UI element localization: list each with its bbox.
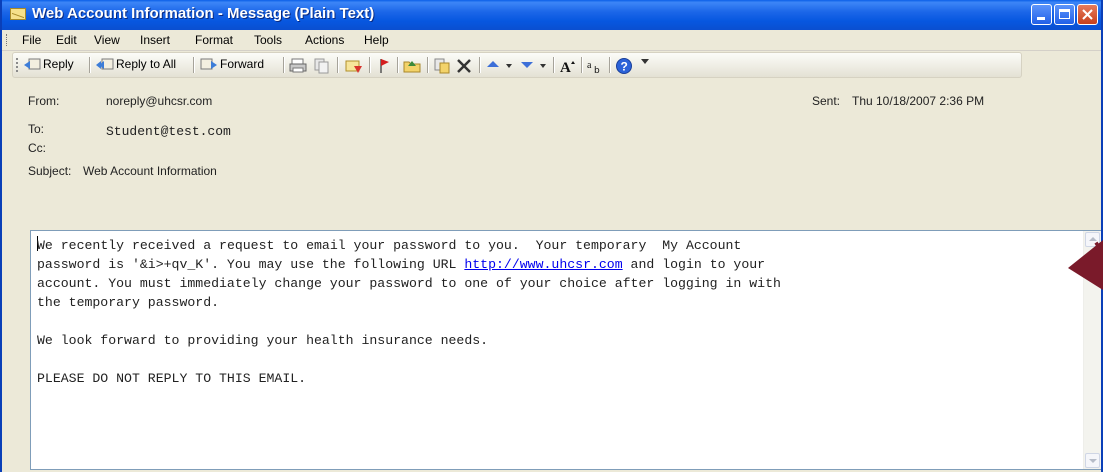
toolbar-separator (479, 57, 481, 73)
title-bar[interactable]: Web Account Information - Message (Plain… (2, 0, 1101, 30)
body-line-2-end: and login to your (622, 257, 766, 272)
message-text[interactable]: We recently received a request to email … (37, 236, 1067, 388)
reply-all-button[interactable]: Reply to All (96, 56, 176, 74)
menu-tools[interactable]: Tools (254, 33, 282, 47)
window-title: Web Account Information - Message (Plain… (32, 5, 375, 22)
forward-icon (200, 58, 217, 70)
menu-grip[interactable] (6, 34, 10, 46)
toolbar-separator (369, 57, 371, 73)
toolbar-separator (283, 57, 285, 73)
body-line-2: password is '&i>+qv_K'. You may use the … (37, 257, 465, 272)
subject-label: Subject: (28, 164, 72, 178)
sent-label: Sent: (812, 94, 841, 108)
toolbar-grip[interactable] (16, 58, 21, 72)
sent-value: Thu 10/18/2007 2:36 PM (852, 94, 985, 108)
message-header: From: noreply@uhcsr.com Sent: Thu 10/18/… (12, 84, 1094, 226)
next-item-icon (521, 62, 546, 68)
close-button[interactable] (1077, 4, 1098, 25)
body-line-3: account. You must immediately change you… (37, 276, 781, 291)
reply-label: Reply (43, 57, 74, 71)
next-item-button[interactable] (519, 57, 549, 75)
previous-item-icon (487, 61, 512, 68)
to-value[interactable]: Student@test.com (106, 124, 231, 139)
folder-icon[interactable] (403, 57, 421, 74)
move-icon[interactable] (345, 57, 363, 74)
previous-item-button[interactable] (485, 57, 515, 75)
svg-text:A: A (560, 60, 571, 74)
toolbar-separator (553, 57, 555, 73)
toolbar-separator (609, 57, 611, 73)
arrow-head-icon (1068, 240, 1103, 290)
toolbar-separator (581, 57, 583, 73)
toolbar-separator (193, 57, 195, 73)
to-label: To: (28, 122, 45, 136)
menu-actions[interactable]: Actions (305, 33, 344, 47)
menu-format[interactable]: Format (195, 33, 233, 47)
toolbar-separator (397, 57, 399, 73)
close-icon (1082, 9, 1093, 20)
maximize-button[interactable] (1054, 4, 1075, 25)
reply-button[interactable]: Reply (23, 56, 74, 74)
svg-text:b: b (594, 66, 600, 74)
reply-all-label: Reply to All (116, 57, 177, 71)
message-window: Web Account Information - Message (Plain… (0, 0, 1103, 472)
standard-toolbar: Reply Reply to All Forward A a b ? (12, 52, 1022, 78)
reply-all-icon (96, 58, 114, 70)
cc-label: Cc: (28, 141, 46, 155)
from-value[interactable]: noreply@uhcsr.com (106, 94, 212, 108)
toolbar-options-icon[interactable] (641, 59, 649, 64)
toolbar-separator (427, 57, 429, 73)
flag-icon[interactable] (375, 57, 393, 74)
envelope-icon (10, 8, 26, 20)
menu-bar: File Edit View Insert Format Tools Actio… (2, 30, 1101, 51)
body-line-5: We look forward to providing your health… (37, 333, 489, 348)
help-icon[interactable]: ? (615, 57, 633, 74)
menu-view[interactable]: View (94, 33, 120, 47)
print-icon[interactable] (289, 57, 307, 74)
menu-file[interactable]: File (22, 33, 41, 47)
body-line-4: the temporary password. (37, 295, 220, 310)
delete-icon[interactable] (455, 57, 473, 74)
categorize-icon[interactable] (433, 57, 451, 74)
forward-label: Forward (220, 57, 265, 71)
copy-icon[interactable] (313, 57, 331, 74)
toolbar-separator (89, 57, 91, 73)
menu-help[interactable]: Help (364, 33, 389, 47)
message-body[interactable]: We recently received a request to email … (30, 230, 1101, 470)
toolbar-separator (337, 57, 339, 73)
subject-value: Web Account Information (83, 164, 217, 178)
annotation-arrow (1068, 240, 1103, 290)
svg-text:a: a (587, 60, 592, 71)
reply-icon (24, 58, 41, 70)
from-label: From: (28, 94, 60, 108)
svg-text:?: ? (621, 60, 628, 74)
minimize-button[interactable] (1031, 4, 1052, 25)
font-size-icon[interactable]: A (559, 57, 577, 74)
menu-insert[interactable]: Insert (140, 33, 170, 47)
forward-button[interactable]: Forward (200, 56, 264, 74)
uhcsr-link[interactable]: http://www.uhcsr.com (464, 257, 622, 272)
body-line-6: PLEASE DO NOT REPLY TO THIS EMAIL. (37, 371, 307, 386)
body-line-1: e recently received a request to email y… (44, 238, 742, 253)
menu-edit[interactable]: Edit (56, 33, 77, 47)
body-line-1-start: W (37, 238, 45, 253)
encoding-icon[interactable]: a b (587, 57, 605, 74)
